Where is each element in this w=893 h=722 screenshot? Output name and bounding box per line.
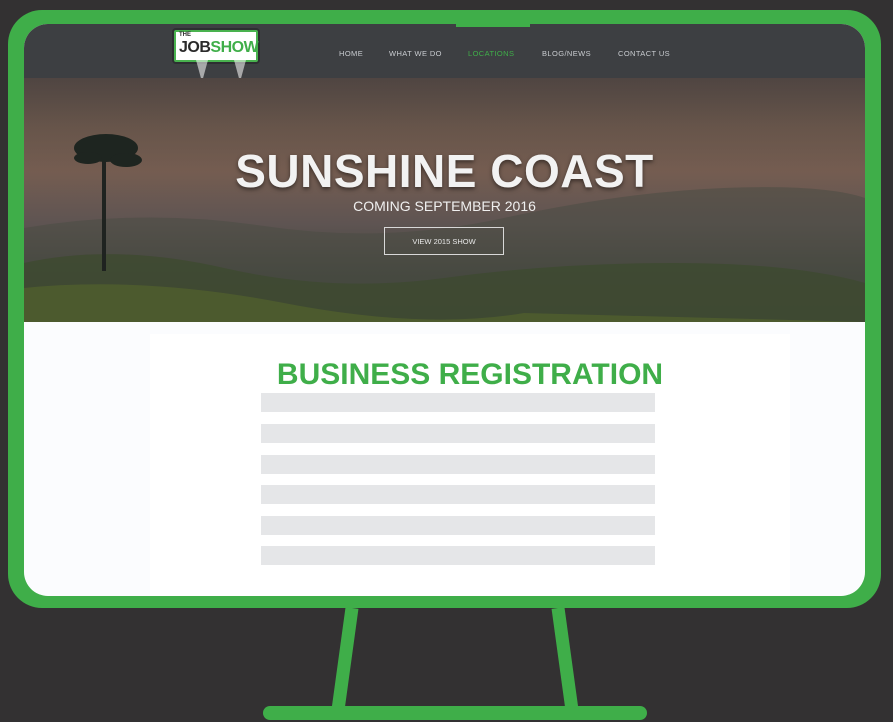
monitor-stand [263,607,647,720]
